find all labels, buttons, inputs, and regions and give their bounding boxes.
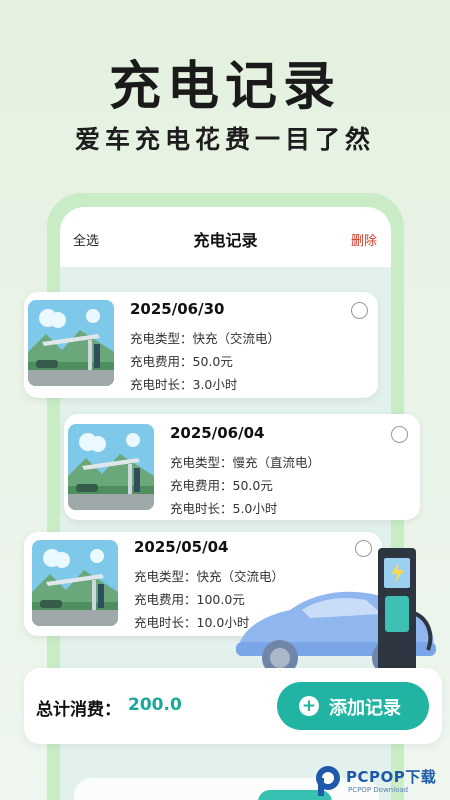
watermark: PCPOP下载 PCPOP Download [312, 762, 448, 800]
record-cost: 充电费用：50.0元 [170, 478, 273, 493]
charging-station-thumbnail [68, 424, 154, 510]
charging-station-thumbnail [32, 540, 118, 626]
record-date: 2025/05/04 [134, 538, 229, 556]
record-type: 充电类型：快充（交流电） [130, 331, 281, 346]
watermark-sub: PCPOP Download [348, 786, 409, 794]
page-title: 充电记录 [193, 231, 258, 250]
record-card[interactable]: 2025/06/30 充电类型：快充（交流电） 充电费用：50.0元 充电时长：… [24, 292, 378, 398]
pcpop-logo-icon [316, 766, 340, 796]
record-date: 2025/06/30 [130, 300, 225, 318]
app-header: 全选 充电记录 删除 [60, 207, 391, 267]
total-label: 总计消费： [36, 700, 121, 720]
total-bar: 总计消费： 200.0 + 添加记录 [24, 668, 442, 744]
promo-headline: 充电记录 [108, 57, 341, 117]
record-duration: 充电时长：5.0小时 [170, 501, 278, 516]
charging-station-thumbnail [28, 300, 114, 386]
add-record-button[interactable]: + 添加记录 [277, 682, 429, 730]
record-cost: 充电费用：100.0元 [134, 592, 245, 607]
plus-icon: + [299, 696, 319, 716]
promo-subline: 爱车充电花费一目了然 [74, 125, 375, 154]
add-record-label: 添加记录 [329, 698, 401, 719]
delete-button[interactable]: 删除 [351, 230, 377, 249]
record-card[interactable]: 2025/06/04 充电类型：慢充（直流电） 充电费用：50.0元 充电时长：… [64, 414, 420, 520]
watermark-brand: PCPOP下载 [346, 768, 437, 786]
record-select-radio[interactable] [351, 302, 368, 319]
record-date: 2025/06/04 [170, 424, 265, 442]
record-duration: 充电时长：3.0小时 [130, 377, 238, 392]
total-value: 200.0 [128, 695, 182, 715]
car-charger-illustration [232, 542, 442, 688]
record-type: 充电类型：慢充（直流电） [170, 455, 321, 470]
record-select-radio[interactable] [391, 426, 408, 443]
record-cost: 充电费用：50.0元 [130, 354, 233, 369]
